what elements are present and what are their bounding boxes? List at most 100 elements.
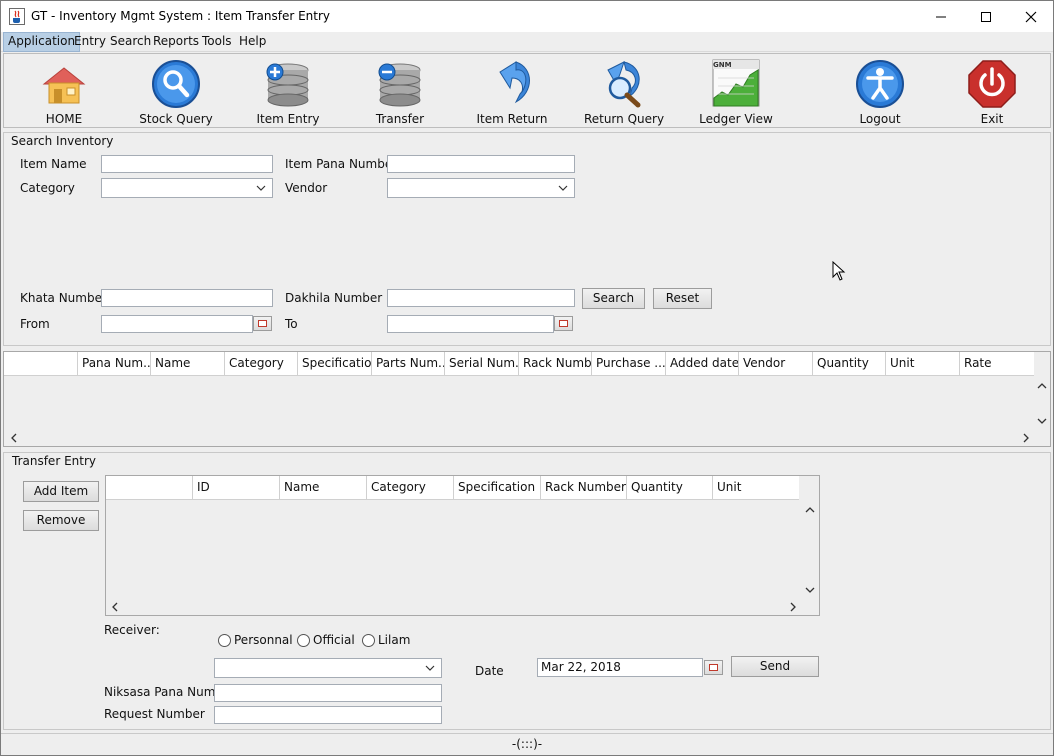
date-input[interactable]: Mar 22, 2018 bbox=[537, 658, 703, 677]
col-rate[interactable]: Rate bbox=[960, 352, 1034, 376]
menu-bar: Application Entry Search Reports Tools H… bbox=[1, 32, 1053, 52]
tcol-quantity[interactable]: Quantity bbox=[627, 476, 713, 500]
category-label: Category bbox=[20, 181, 75, 195]
remove-button[interactable]: Remove bbox=[23, 510, 99, 531]
home-button[interactable]: HOME bbox=[14, 54, 114, 127]
person-icon bbox=[856, 60, 904, 108]
ledger-view-button[interactable]: GNM Ledger View bbox=[686, 54, 786, 127]
niksasa-input[interactable] bbox=[214, 684, 442, 702]
khata-input[interactable] bbox=[101, 289, 273, 307]
scroll-right-icon[interactable] bbox=[1020, 432, 1032, 444]
chevron-down-icon bbox=[425, 665, 435, 671]
ledger-view-label: Ledger View bbox=[699, 112, 773, 126]
dakhila-input[interactable] bbox=[387, 289, 575, 307]
col-vendor[interactable]: Vendor bbox=[739, 352, 813, 376]
col-category[interactable]: Category bbox=[225, 352, 298, 376]
power-icon bbox=[968, 60, 1016, 108]
scroll-left-icon[interactable] bbox=[8, 432, 20, 444]
menu-application[interactable]: Application bbox=[3, 32, 81, 52]
item-name-input[interactable] bbox=[101, 155, 273, 173]
transfer-button[interactable]: Transfer bbox=[350, 54, 450, 127]
request-number-input[interactable] bbox=[214, 706, 442, 724]
database-remove-icon bbox=[378, 63, 421, 107]
close-icon bbox=[1025, 11, 1037, 22]
scroll-left-icon[interactable] bbox=[109, 601, 121, 613]
scroll-down-icon[interactable] bbox=[1036, 415, 1048, 427]
col-parts-num[interactable]: Parts Num... bbox=[372, 352, 445, 376]
to-calendar-button[interactable] bbox=[554, 316, 573, 331]
item-entry-label: Item Entry bbox=[256, 112, 320, 126]
menu-tools[interactable]: Tools bbox=[198, 32, 236, 52]
logout-label: Logout bbox=[859, 112, 901, 126]
receiver-label: Receiver: bbox=[104, 623, 160, 637]
tcol-rack-number[interactable]: Rack Number bbox=[541, 476, 627, 500]
maximize-button[interactable] bbox=[963, 1, 1009, 32]
tcol-unit[interactable]: Unit bbox=[713, 476, 799, 500]
return-search-icon bbox=[607, 61, 641, 108]
col-name[interactable]: Name bbox=[151, 352, 225, 376]
reset-button[interactable]: Reset bbox=[653, 288, 712, 309]
magnifier-icon bbox=[152, 60, 200, 108]
results-table-header: Pana Num... Name Category Specification … bbox=[4, 352, 1034, 376]
col-added-date[interactable]: Added date bbox=[666, 352, 739, 376]
item-entry-button[interactable]: Item Entry bbox=[238, 54, 338, 127]
col-blank[interactable] bbox=[4, 352, 78, 376]
calendar-icon bbox=[258, 320, 267, 327]
tcol-specification[interactable]: Specification bbox=[454, 476, 541, 500]
receiver-lilam-radio[interactable] bbox=[362, 634, 375, 647]
menu-help[interactable]: Help bbox=[235, 32, 270, 52]
menu-entry[interactable]: Entry bbox=[70, 32, 110, 52]
item-pana-input[interactable] bbox=[387, 155, 575, 173]
return-query-button[interactable]: Return Query bbox=[574, 54, 674, 127]
item-pana-label: Item Pana Number bbox=[285, 157, 398, 171]
tcol-blank[interactable] bbox=[106, 476, 193, 500]
tcol-category[interactable]: Category bbox=[367, 476, 454, 500]
from-date-input[interactable] bbox=[101, 315, 253, 333]
khata-label: Khata Number bbox=[20, 291, 107, 305]
date-calendar-button[interactable] bbox=[704, 660, 723, 675]
col-purchase[interactable]: Purchase ... bbox=[592, 352, 666, 376]
receiver-official-label: Official bbox=[313, 633, 355, 647]
send-button[interactable]: Send bbox=[731, 656, 819, 677]
search-button[interactable]: Search bbox=[582, 288, 645, 309]
col-pana-num[interactable]: Pana Num... bbox=[78, 352, 151, 376]
title-bar: GT - Inventory Mgmt System : Item Transf… bbox=[1, 1, 1053, 32]
logout-button[interactable]: Logout bbox=[830, 54, 930, 127]
stock-query-button[interactable]: Stock Query bbox=[126, 54, 226, 127]
to-date-input[interactable] bbox=[387, 315, 554, 333]
vendor-select[interactable] bbox=[387, 178, 575, 198]
scroll-up-icon[interactable] bbox=[1036, 380, 1048, 392]
menu-reports[interactable]: Reports bbox=[149, 32, 203, 52]
calendar-icon bbox=[559, 320, 568, 327]
col-serial-num[interactable]: Serial Num... bbox=[445, 352, 519, 376]
exit-button[interactable]: Exit bbox=[942, 54, 1042, 127]
col-quantity[interactable]: Quantity bbox=[813, 352, 886, 376]
mouse-cursor-icon bbox=[832, 261, 846, 281]
scroll-right-icon[interactable] bbox=[787, 601, 799, 613]
close-button[interactable] bbox=[1008, 1, 1053, 32]
transfer-entry-panel: Transfer Entry Add Item Remove ID Name C… bbox=[3, 452, 1051, 730]
add-item-button[interactable]: Add Item bbox=[23, 481, 99, 502]
item-return-button[interactable]: Item Return bbox=[462, 54, 562, 127]
tcol-id[interactable]: ID bbox=[193, 476, 280, 500]
scroll-down-icon[interactable] bbox=[804, 584, 816, 596]
receiver-official-radio[interactable] bbox=[297, 634, 310, 647]
from-calendar-button[interactable] bbox=[253, 316, 272, 331]
to-label: To bbox=[285, 317, 298, 331]
return-arrow-icon bbox=[499, 61, 530, 104]
category-select[interactable] bbox=[101, 178, 273, 198]
col-unit[interactable]: Unit bbox=[886, 352, 960, 376]
receiver-select[interactable] bbox=[214, 658, 442, 678]
receiver-personnal-radio[interactable] bbox=[218, 634, 231, 647]
home-label: HOME bbox=[45, 112, 83, 126]
menu-search[interactable]: Search bbox=[106, 32, 155, 52]
toolbar: HOME Stock Query Item Entry Transfer Ite… bbox=[3, 53, 1051, 128]
col-rack-number[interactable]: Rack Number bbox=[519, 352, 592, 376]
return-query-label: Return Query bbox=[583, 112, 665, 126]
col-specification[interactable]: Specification bbox=[298, 352, 372, 376]
calendar-icon bbox=[709, 664, 718, 671]
tcol-name[interactable]: Name bbox=[280, 476, 367, 500]
minimize-button[interactable] bbox=[918, 1, 964, 32]
scroll-up-icon[interactable] bbox=[804, 504, 816, 516]
app-window: GT - Inventory Mgmt System : Item Transf… bbox=[0, 0, 1054, 756]
